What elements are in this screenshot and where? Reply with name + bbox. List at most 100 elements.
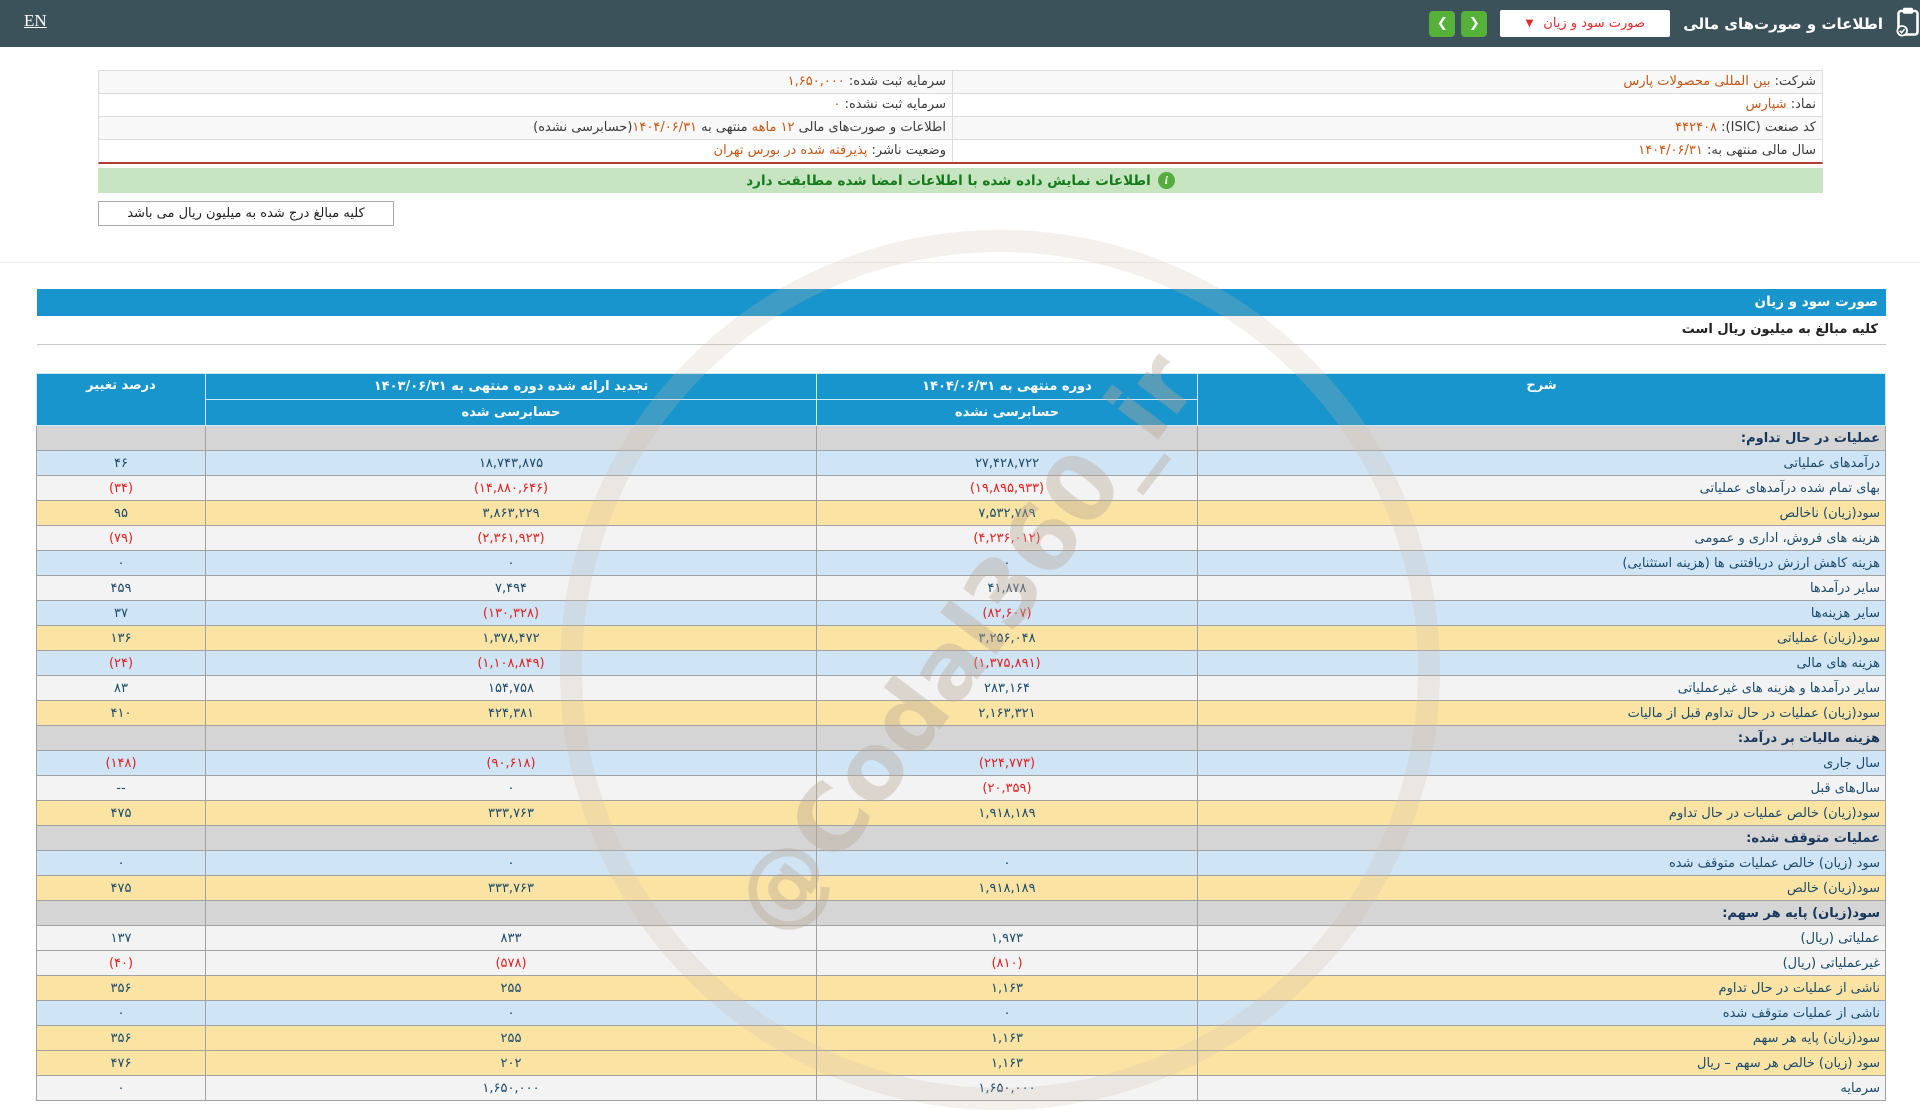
value-percent-change: ۴۷۵ — [36, 800, 206, 826]
value-prior-period: ۱,۳۷۸,۴۷۲ — [205, 625, 817, 651]
value-current-period — [816, 425, 1198, 451]
value-prior-period: ۳۳۳,۷۶۳ — [205, 875, 817, 901]
value-percent-change: (۳۴) — [36, 475, 206, 501]
table-row: سایر درآمدها و هزینه های غیرعملیاتی ۲۸۳,۱… — [36, 675, 1886, 701]
value-prior-period: (۱,۱۰۸,۸۴۹) — [205, 650, 817, 676]
table-row: هزینه های مالی (۱,۳۷۵,۸۹۱) (۱,۱۰۸,۸۴۹) (۲۴) — [36, 650, 1886, 676]
row-label: سود(زیان) خالص عملیات در حال تداوم — [1197, 800, 1886, 826]
row-label: هزینه های فروش، اداری و عمومی — [1197, 525, 1886, 551]
table-row: سال جاری (۲۲۴,۷۷۳) (۹۰,۶۱۸) (۱۴۸) — [36, 750, 1886, 776]
value-current-period: (۸۲,۶۰۷) — [816, 600, 1198, 626]
value-prior-period: ۰ — [205, 850, 817, 876]
value-percent-change — [36, 725, 206, 751]
table-row: سود (زیان) خالص هر سهم – ریال ۱,۱۶۳ ۲۰۲ ۴۷۶ — [36, 1050, 1886, 1076]
signature-match-text: اطلاعات نمایش داده شده با اطلاعات امضا ش… — [746, 172, 1151, 189]
next-statement-button[interactable]: ❯ — [1461, 10, 1488, 37]
row-label: سود(زیان) ناخالص — [1197, 500, 1886, 526]
company-info-label: نماد: — [1786, 97, 1816, 112]
row-label: هزینه مالیات بر درآمد: — [1197, 725, 1886, 751]
value-prior-period: ۲۵۵ — [205, 975, 817, 1001]
chevron-down-icon: ▼ — [1525, 18, 1534, 29]
language-toggle-en[interactable]: EN — [24, 11, 47, 31]
row-label: سرمایه — [1197, 1075, 1886, 1101]
value-prior-period — [205, 825, 817, 851]
value-current-period: (۴,۲۳۶,۰۱۲) — [816, 525, 1198, 551]
value-percent-change: ۴۵۹ — [36, 575, 206, 601]
value-current-period: ۷,۵۳۲,۷۸۹ — [816, 500, 1198, 526]
company-info-cell: وضعیت ناشر: پذیرفته شده در بورس تهران — [99, 140, 952, 162]
table-row: سایر درآمدها ۴۱,۸۷۸ ۷,۴۹۴ ۴۵۹ — [36, 575, 1886, 601]
statement-units-line: کلیه مبالغ به میلیون ریال است — [37, 316, 1886, 345]
value-prior-period — [205, 725, 817, 751]
row-label: ناشی از عملیات متوقف شده — [1197, 1000, 1886, 1026]
row-label: بهای تمام شده درآمدهای عملیاتی — [1197, 475, 1886, 501]
value-current-period — [816, 725, 1198, 751]
table-row: ناشی از عملیات در حال تداوم ۱,۱۶۳ ۲۵۵ ۳۵۶ — [36, 975, 1886, 1001]
value-prior-period: ۱,۶۵۰,۰۰۰ — [205, 1075, 817, 1101]
row-label: عملیات در حال تداوم: — [1197, 425, 1886, 451]
value-prior-period: ۱۸,۷۴۳,۸۷۵ — [205, 450, 817, 476]
value-current-period: ۰ — [816, 550, 1198, 576]
value-percent-change: -- — [36, 775, 206, 801]
income-statement-section: صورت سود و زیان کلیه مبالغ به میلیون ریا… — [36, 289, 1886, 1101]
row-label: سال‌های قبل — [1197, 775, 1886, 801]
row-label: غیرعملیاتی (ریال) — [1197, 950, 1886, 976]
company-info-cell: سرمایه ثبت نشده: ۰ — [99, 94, 952, 116]
company-info-label: (حسابرسی نشده) — [533, 120, 633, 135]
row-label: سود (زیان) خالص هر سهم – ریال — [1197, 1050, 1886, 1076]
row-label: سود(زیان) پایه هر سهم: — [1197, 900, 1886, 926]
company-info-value: بین المللی محصولات پارس — [1623, 74, 1771, 89]
table-row: سود(زیان) خالص ۱,۹۱۸,۱۸۹ ۳۳۳,۷۶۳ ۴۷۵ — [36, 875, 1886, 901]
prev-statement-button[interactable]: ❮ — [1429, 10, 1456, 37]
company-info-row: شرکت: بین المللی محصولات پارس سرمایه ثبت … — [99, 71, 1822, 94]
value-percent-change: ۰ — [36, 850, 206, 876]
table-row: ناشی از عملیات متوقف شده ۰ ۰ ۰ — [36, 1000, 1886, 1026]
row-label: سود(زیان) خالص — [1197, 875, 1886, 901]
company-info-value: ۱۴۰۴/۰۶/۳۱ — [632, 120, 698, 135]
col-header-period-prior: تجدید ارائه شده دوره منتهی به ۱۴۰۳/۰۶/۳۱ — [205, 373, 817, 400]
company-info-value: ۱,۶۵۰,۰۰۰ — [787, 74, 845, 89]
value-current-period: ۱,۹۷۳ — [816, 925, 1198, 951]
value-current-period: ۱,۹۱۸,۱۸۹ — [816, 800, 1198, 826]
value-current-period: (۱,۳۷۵,۸۹۱) — [816, 650, 1198, 676]
company-info-label: سرمایه ثبت نشده: — [840, 97, 946, 112]
value-prior-period: (۱۴,۸۸۰,۶۴۶) — [205, 475, 817, 501]
clipboard-icon — [1896, 7, 1920, 41]
value-prior-period: ۳,۸۶۳,۲۲۹ — [205, 500, 817, 526]
value-percent-change: ۹۵ — [36, 500, 206, 526]
table-row: هزینه کاهش ارزش دریافتنی ها (هزینه استثن… — [36, 550, 1886, 576]
value-prior-period — [205, 900, 817, 926]
col-header-change: درصد تغییر — [36, 373, 206, 426]
row-label: سود(زیان) عملیاتی — [1197, 625, 1886, 651]
company-info-label: سال مالی منتهی به: — [1702, 143, 1816, 158]
value-prior-period: (۹۰,۶۱۸) — [205, 750, 817, 776]
value-current-period: ۴۱,۸۷۸ — [816, 575, 1198, 601]
company-info-label: وضعیت ناشر: — [867, 143, 946, 158]
company-info-row: نماد: شپارس سرمایه ثبت نشده: ۰ — [99, 94, 1822, 117]
value-percent-change: ۸۳ — [36, 675, 206, 701]
value-current-period: ۱,۱۶۳ — [816, 1050, 1198, 1076]
company-info-cell: سال مالی منتهی به: ۱۴۰۴/۰۶/۳۱ — [952, 140, 1822, 162]
table-row: سود(زیان) پایه هر سهم ۱,۱۶۳ ۲۵۵ ۳۵۶ — [36, 1025, 1886, 1051]
company-info-cell: سرمایه ثبت شده: ۱,۶۵۰,۰۰۰ — [99, 71, 952, 93]
value-percent-change: ۴۷۶ — [36, 1050, 206, 1076]
value-percent-change: (۷۹) — [36, 525, 206, 551]
company-info-cell: شرکت: بین المللی محصولات پارس — [952, 71, 1822, 93]
row-label: هزینه های مالی — [1197, 650, 1886, 676]
value-current-period: ۱,۱۶۳ — [816, 1025, 1198, 1051]
company-info-table: شرکت: بین المللی محصولات پارس سرمایه ثبت … — [98, 70, 1823, 164]
company-info-value: پذیرفته شده در بورس تهران — [713, 143, 868, 158]
company-info-cell: نماد: شپارس — [952, 94, 1822, 116]
statement-type-select[interactable]: صورت سود و زیان ▼ — [1500, 10, 1671, 37]
value-current-period: ۱,۱۶۳ — [816, 975, 1198, 1001]
value-current-period — [816, 825, 1198, 851]
company-info-row: سال مالی منتهی به: ۱۴۰۴/۰۶/۳۱ وضعیت ناشر:… — [99, 140, 1822, 162]
value-percent-change: ۰ — [36, 1000, 206, 1026]
company-info-label: سرمایه ثبت شده: — [844, 74, 946, 89]
row-label: سایر هزینه‌ها — [1197, 600, 1886, 626]
table-row: سرمایه ۱,۶۵۰,۰۰۰ ۱,۶۵۰,۰۰۰ ۰ — [36, 1075, 1886, 1101]
table-row: سال‌های قبل (۲۰,۳۵۹) ۰ -- — [36, 775, 1886, 801]
section-divider — [0, 262, 1920, 263]
value-percent-change: ۰ — [36, 1075, 206, 1101]
row-label: سود(زیان) عملیات در حال تداوم قبل از مال… — [1197, 700, 1886, 726]
